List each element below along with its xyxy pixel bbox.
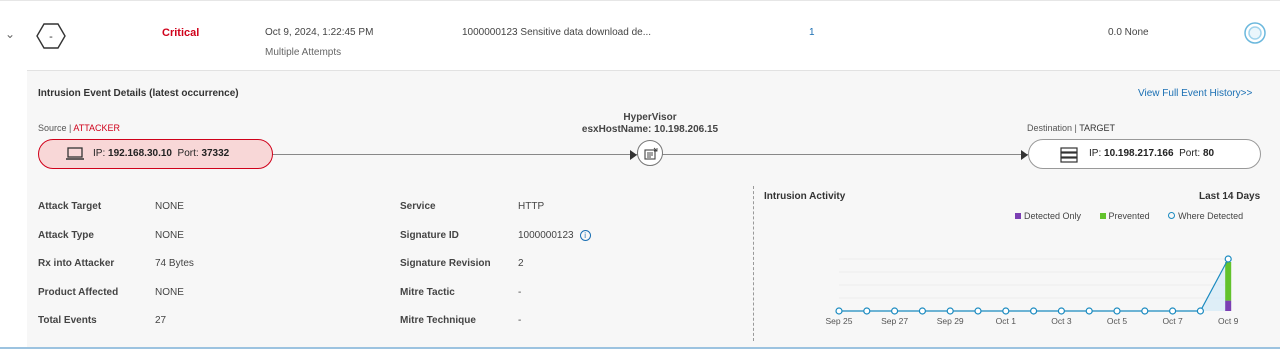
chart-point-where-detected [863,307,871,315]
chart-tick-label: Oct 3 [1051,316,1072,326]
chart-point-where-detected [1002,307,1010,315]
chart-point-where-detected [891,307,899,315]
info-icon[interactable]: i [579,230,591,241]
source-role: ATTACKER [73,123,121,133]
flow-arrow-icon [1021,150,1028,160]
field-value-signature-id: 1000000123 i [518,230,591,241]
field-label-total-events: Total Events [38,315,97,326]
event-row[interactable]: ⌄ - Critical Oct 9, 2024, 1:22:45 PM Mul… [0,0,1280,70]
source-pill[interactable]: IP: 192.168.30.10 Port: 37332 [38,139,273,169]
spinner-icon [1244,22,1266,44]
chart-tick-label: Sep 25 [826,316,853,326]
field-label-product: Product Affected [38,287,119,298]
hex-label: - [49,31,53,43]
source-label: Source | ATTACKER [38,123,121,133]
field-label-attack-target: Attack Target [38,201,102,212]
chart-tick-label: Sep 29 [937,316,964,326]
destination-role: TARGET [1079,123,1116,133]
chart-point-where-detected [974,307,982,315]
flow-arrow-icon [630,150,637,160]
legend-where-detected: Where Detected [1168,211,1251,221]
chart-bar-prevented [1225,262,1232,301]
score-value: 0.0 None [1108,27,1149,38]
field-label-service: Service [400,201,436,212]
hypervisor-host: esxHostName: 10.198.206.15 [581,124,719,135]
chart-point-where-detected [1169,307,1177,315]
details-title: Intrusion Event Details (latest occurren… [38,88,239,99]
field-value-service: HTTP [518,201,545,212]
view-history-link[interactable]: View Full Event History>> [1138,88,1252,99]
attempts-label: Multiple Attempts [265,47,342,58]
intrusion-activity-chart: Sep 25 Sep 27 Sep 29 Oct 1 Oct 3 Oct 5 Oct 7 Oc… [826,255,1239,326]
chart-bar-detected-only [1225,300,1232,311]
laptop-icon [66,147,84,160]
field-value-mitre-tactic: - [518,287,522,298]
field-value-attack-target: NONE [155,201,184,212]
field-label-signature-id: Signature ID [400,230,459,241]
field-label-attack-type: Attack Type [38,230,94,241]
legend-detected-only: Detected Only [1015,211,1089,221]
section-divider [753,186,754,341]
field-label-rx: Rx into Attacker [38,258,115,269]
chart-legend: Detected Only Prevented Where Detected [1015,211,1259,221]
chart-tick-label: Oct 7 [1162,316,1183,326]
event-timestamp: Oct 9, 2024, 1:22:45 PM [265,27,374,38]
chart-point-where-detected [1196,307,1204,315]
chart-point-where-detected [1085,307,1093,315]
server-icon [1060,147,1078,163]
chart-tick-label: Oct 5 [1107,316,1128,326]
chart-point-where-detected [1224,255,1232,263]
field-label-mitre-technique: Mitre Technique [400,315,476,326]
chart-tick-label: Oct 1 [996,316,1017,326]
chart-point-where-detected [918,307,926,315]
field-value-product: NONE [155,287,184,298]
chart-point-where-detected [1141,307,1149,315]
legend-prevented: Prevented [1099,211,1158,221]
event-count-link[interactable]: 1 [809,27,815,38]
source-ip: 192.168.30.10 [108,148,172,159]
hypervisor-node[interactable] [637,140,663,166]
row-bottom-border [0,347,1280,349]
chart-point-where-detected [1113,307,1121,315]
field-value-attack-type: NONE [155,230,184,241]
field-value-mitre-technique: - [518,315,522,326]
destination-port: 80 [1203,148,1215,159]
severity-label: Critical [162,27,200,39]
destination-pill[interactable]: IP: 10.198.217.166 Port: 80 [1028,139,1261,169]
chart-tick-label: Oct 9 [1218,316,1239,326]
chart-point-where-detected [946,307,954,315]
chart-point-where-detected [1030,307,1038,315]
chevron-down-icon[interactable]: ⌄ [5,27,15,41]
hypervisor-title: HyperVisor [623,112,677,123]
field-label-signature-revision: Signature Revision [400,258,491,269]
hexagon-icon: - [36,23,66,49]
destination-ip: 10.198.217.166 [1104,148,1174,159]
field-value-rx: 74 Bytes [155,258,194,269]
field-value-signature-revision: 2 [518,258,524,269]
field-value-total-events: 27 [155,315,167,326]
chart-tick-label: Sep 27 [881,316,908,326]
destination-label: Destination | TARGET [1027,123,1116,133]
source-port: 37332 [201,148,230,159]
server-chip-icon [644,147,658,160]
chart-range: Last 14 Days [1199,191,1261,202]
chart-point-where-detected [1057,307,1065,315]
field-label-mitre-tactic: Mitre Tactic [400,287,455,298]
hypervisor-label: HyperVisor esxHostName: 10.198.206.15 [570,112,730,136]
signature-summary: 1000000123 Sensitive data download de... [462,27,652,38]
chart-title: Intrusion Activity [764,191,846,202]
chart-point-where-detected [835,307,843,315]
